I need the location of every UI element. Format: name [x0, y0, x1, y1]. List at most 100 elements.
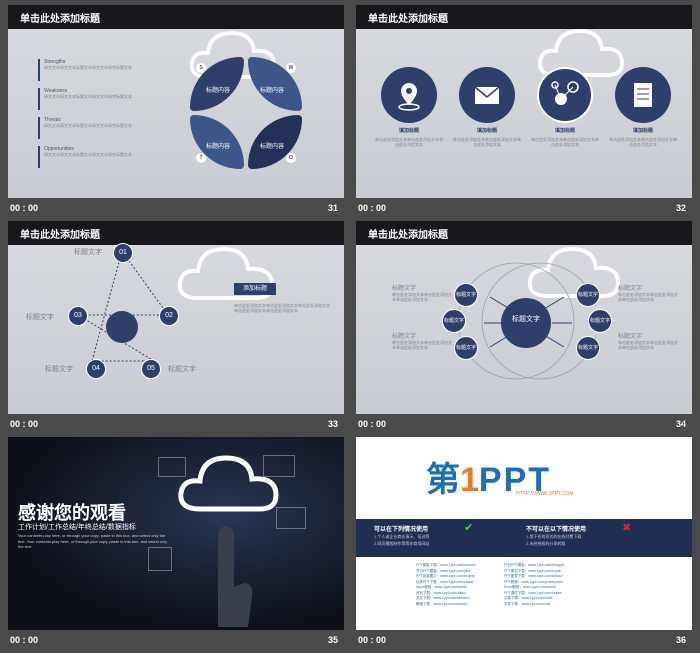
node-label: 标题文字 [45, 366, 73, 373]
slide-thumbnail-34[interactable]: 单击此处添加标题 标题文字 标题文字 标题文字 标题文字 标题文字 标题文字 标… [356, 221, 692, 435]
slide-title: 单击此处添加标题 [20, 14, 100, 25]
resource-links: 行业PPT模板：www.1ppt.com/hangye/ PPT素材下载：www… [504, 563, 604, 607]
swot-letter: O [286, 153, 296, 163]
swot-text: 研究文本研究文本标题文本研究文本研究标题文本 [44, 94, 132, 99]
star-node: 04 [86, 359, 106, 379]
usage-line: 2.未经授权的分享转载 [526, 541, 566, 546]
hub-node: 标题文字 [454, 336, 478, 360]
swot-letter: S [196, 63, 206, 73]
slide-title: 单击此处添加标题 [368, 14, 448, 25]
hub-node: 标题文字 [576, 283, 600, 307]
slide-number: 32 [675, 203, 686, 213]
petal-label: 标题内容 [206, 144, 231, 150]
scroll-icon [615, 67, 671, 123]
feature-column: 填加标题 单击此处添加文本单击此处添加文本单击此处添加文本 [452, 127, 522, 147]
body-text: 单击此处添加文本单击此处添加文本单击此处添加文本单击此处添加文本单击此处添加文本 [234, 303, 330, 313]
slide-thumbnail-33[interactable]: 单击此处添加标题 01 02 03 04 05 标题文字 标题文字 标题文字 标… [8, 221, 344, 435]
slide-footer: 00 : 00 31 [8, 198, 344, 219]
node-label: 标题文字 [74, 249, 102, 256]
slide-thumbnail-31[interactable]: 单击此处添加标题 Strengths 研究文本研究文本标题文本研究文本研究标题文… [8, 5, 344, 219]
check-icon: ✔ [464, 522, 474, 534]
star-node: 01 [113, 243, 133, 263]
cross-icon: ✖ [622, 522, 632, 534]
side-body: 单击此处添加文本单击此处添加文本单击此处添加文本 [618, 292, 678, 302]
slide-canvas: 单击此处添加标题 填加标题 单击此处添加文本单击此处添加文本单击此处添加文本 填… [356, 5, 692, 198]
hub-node: 标题文字 [454, 283, 478, 307]
swot-item: Threats 研究文本研究文本标题文本研究文本研究标题文本 [38, 117, 188, 139]
mail-icon [459, 67, 515, 123]
slide-thumbnail-32[interactable]: 单击此处添加标题 填加标题 单击此处添加文本单击此处添加文本单击此处添加文本 填… [356, 5, 692, 219]
side-body: 单击此处添加文本单击此处添加文本单击此处添加文本 [618, 340, 678, 350]
resource-link[interactable]: 教案下载：www.1ppt.com/jiaoan/ [416, 602, 516, 608]
swot-letter: W [286, 63, 296, 73]
swot-letter: T [196, 153, 206, 163]
hub-node: 标题文字 [442, 309, 466, 333]
slide-title-bar: 单击此处添加标题 [356, 221, 692, 245]
swot-text: 研究文本研究文本标题文本研究文本研究标题文本 [44, 65, 132, 70]
swot-text: 研究文本研究文本标题文本研究文本研究标题文本 [44, 152, 132, 157]
slide-time: 00 : 00 [358, 419, 387, 429]
side-title: 标题文字 [392, 286, 417, 292]
add-title-label: 添加标题 [234, 283, 276, 295]
slide-time: 00 : 00 [358, 635, 387, 645]
logo-part: 1 [460, 461, 479, 499]
slide-thumbnail-35[interactable]: 感谢您的观看 工作计划/工作总结/年终总结/数据指标 Your contents… [8, 437, 344, 651]
feature-text: 单击此处添加文本单击此处添加文本单击此处添加文本 [453, 137, 521, 147]
swot-list: Strengths 研究文本研究文本标题文本研究文本研究标题文本 Weaknes… [38, 59, 188, 168]
slide-title-bar: 单击此处添加标题 [356, 5, 692, 29]
node-label: 标题文字 [26, 314, 54, 321]
swot-item: Strengths 研究文本研究文本标题文本研究文本研究标题文本 [38, 59, 188, 81]
location-icon [381, 67, 437, 123]
swot-text: 研究文本研究文本标题文本研究文本研究标题文本 [44, 123, 132, 128]
resource-links: PPT模板下载：www.1ppt.com/moban/ 节日PPT模板：www.… [416, 563, 516, 607]
slide-number: 36 [675, 635, 686, 645]
feature-label: 填加标题 [476, 128, 497, 134]
usage-line: 2.网页模版制作等等非商用网站 [374, 541, 430, 546]
swot-item: Opportunities 研究文本研究文本标题文本研究文本研究标题文本 [38, 146, 188, 168]
slide-number: 35 [327, 635, 338, 645]
star-node: 02 [159, 306, 179, 326]
network-icon [537, 67, 593, 123]
feature-text: 单击此处添加文本单击此处添加文本单击此处添加文本 [375, 137, 443, 147]
petal-label: 标题内容 [206, 88, 231, 94]
slide-canvas: 单击此处添加标题 Strengths 研究文本研究文本标题文本研究文本研究标题文… [8, 5, 344, 198]
star-node: 03 [68, 306, 88, 326]
slide-title-bar: 单击此处添加标题 [8, 221, 344, 245]
slide-canvas: 第1PPT HTTP://WWW.1PPT.COM 可以在下列情况使用 ✔ 1.… [356, 437, 692, 630]
feature-label: 填加标题 [632, 128, 653, 134]
feature-column: 填加标题 单击此处添加文本单击此处添加文本单击此处添加文本 [374, 127, 444, 147]
feature-text: 单击此处添加文本单击此处添加文本单击此处添加文本 [609, 137, 677, 147]
slide-footer: 00 : 00 34 [356, 414, 692, 435]
usage-panel: 可以在下列情况使用 ✔ 1.个人或企业商业演示、培训等 2.网页模版制作等等非商… [356, 519, 692, 557]
petal-label: 标题内容 [260, 144, 285, 150]
side-text: 标题文字 单击此处添加文本单击此处添加文本单击此处添加文本 [392, 283, 452, 302]
usage-cannot-title: 不可以在以下情况使用 [526, 527, 587, 533]
side-title: 标题文字 [618, 334, 643, 340]
feature-column: 填加标题 单击此处添加文本单击此处添加文本单击此处添加文本 [608, 127, 678, 147]
side-body: 单击此处添加文本单击此处添加文本单击此处添加文本 [392, 292, 452, 302]
slide-time: 00 : 00 [358, 203, 387, 213]
feature-label: 填加标题 [398, 128, 419, 134]
usage-line: 1.用于任何形式的在线付费下载 [526, 534, 582, 539]
logo-url: HTTP://WWW.1PPT.COM [516, 491, 574, 497]
slide-footer: 00 : 00 33 [8, 414, 344, 435]
slide-thumbnail-36[interactable]: 第1PPT HTTP://WWW.1PPT.COM 可以在下列情况使用 ✔ 1.… [356, 437, 692, 651]
slide-footer: 00 : 00 36 [356, 630, 692, 651]
hub-node: 标题文字 [588, 309, 612, 333]
slide-footer: 00 : 00 32 [356, 198, 692, 219]
side-title: 标题文字 [392, 334, 417, 340]
slide-canvas: 单击此处添加标题 01 02 03 04 05 标题文字 标题文字 标题文字 标… [8, 221, 344, 414]
slide-title-bar: 单击此处添加标题 [8, 5, 344, 29]
thanks-body: Your contents play here, or through your… [18, 533, 168, 549]
feature-column: 填加标题 单击此处添加文本单击此处添加文本单击此处添加文本 [530, 127, 600, 147]
hub-center-label: 标题文字 [512, 316, 540, 323]
hub-node: 标题文字 [576, 336, 600, 360]
swot-item: Weakness 研究文本研究文本标题文本研究文本研究标题文本 [38, 88, 188, 110]
hub-center: 标题文字 [501, 298, 551, 348]
slide-time: 00 : 00 [10, 203, 39, 213]
resource-link[interactable]: 字体下载：www.1ppt.com/ziti/ [504, 602, 604, 608]
feature-label: 填加标题 [554, 128, 575, 134]
thanks-subtitle: 工作计划/工作总结/年终总结/数据指标 [18, 524, 136, 531]
side-title: 标题文字 [618, 286, 643, 292]
star-node: 05 [141, 359, 161, 379]
